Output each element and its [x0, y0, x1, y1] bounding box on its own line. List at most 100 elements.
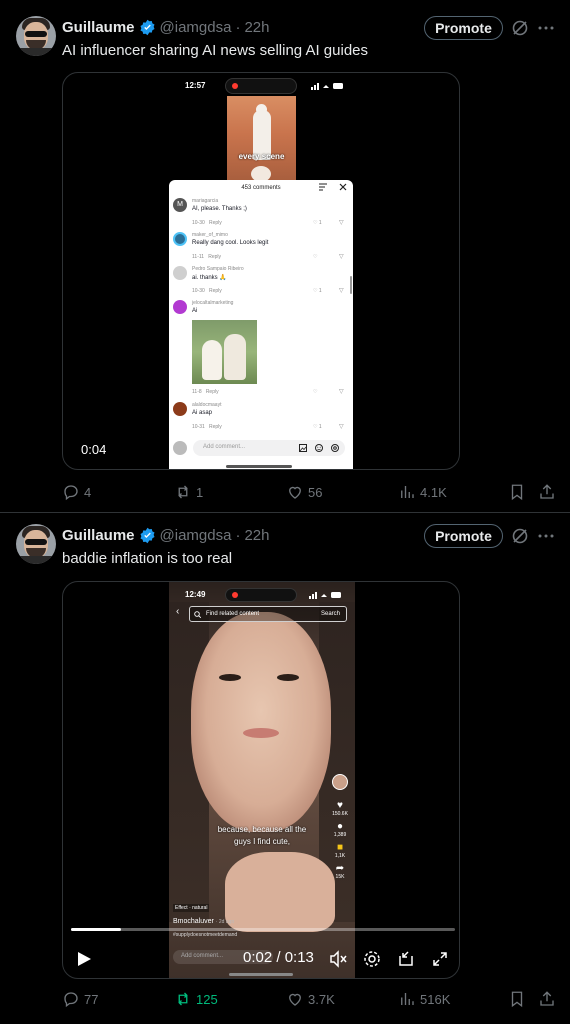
- comment-item[interactable]: alaldocmaayt Ai asap 10-31 Reply ♡ 1 ▽: [173, 402, 347, 434]
- comment-avatar: [173, 266, 187, 280]
- author-handle[interactable]: @iamgdsa: [160, 527, 232, 544]
- grok-icon[interactable]: [511, 527, 529, 545]
- comment-bubble-icon[interactable]: ●: [329, 821, 351, 832]
- video-progress-fill: [71, 928, 121, 931]
- comment-user: alaldocmaayt: [192, 402, 222, 408]
- comment-item[interactable]: M mariagarcia AI, please. Thanks ;) 10-3…: [173, 198, 347, 230]
- share-icon: [540, 991, 554, 1006]
- comment-dislike-icon[interactable]: ▽: [339, 287, 344, 294]
- video-like-count: 150.6K: [332, 811, 348, 817]
- video-player[interactable]: 12:49 ‹ Find related content Search beca…: [62, 581, 460, 979]
- like-button[interactable]: 3.7K: [286, 990, 335, 1008]
- video-player[interactable]: 12:57 every scene 453 comments M mariaga…: [62, 72, 460, 470]
- comment-like-icon[interactable]: ♡: [313, 389, 317, 395]
- more-icon[interactable]: [537, 527, 555, 545]
- separator: ·: [235, 526, 241, 544]
- scrollbar[interactable]: [350, 276, 352, 294]
- comment-dislike-icon[interactable]: ▽: [339, 423, 344, 430]
- effect-label[interactable]: Effect · natural: [173, 904, 210, 912]
- comment-like-icon[interactable]: ♡ 1: [313, 288, 322, 294]
- tweet-header: Guillaume @iamgdsa · 22h: [62, 525, 270, 545]
- close-icon[interactable]: [339, 183, 347, 191]
- tweet[interactable]: Guillaume @iamgdsa · 22h Promote AI infl…: [0, 0, 570, 513]
- verified-badge-icon: [139, 527, 156, 544]
- search-bar[interactable]: Find related content Search: [189, 606, 347, 622]
- comment-like-icon[interactable]: ♡ 1: [313, 424, 322, 430]
- bookmark-button[interactable]: [508, 483, 526, 501]
- author-name[interactable]: Guillaume: [62, 527, 135, 544]
- back-icon[interactable]: ‹: [176, 606, 179, 617]
- comment-item[interactable]: Pedro Sampaio Ribeiro ai. thanks 🙏 10-30…: [173, 266, 347, 298]
- creator-username[interactable]: Bmochaluver · 2d ago: [173, 918, 234, 925]
- comment-item[interactable]: maker_of_mimo Really dang cool. Looks le…: [173, 232, 347, 264]
- views-button[interactable]: 4.1K: [398, 483, 447, 501]
- comment-avatar: M: [173, 198, 187, 212]
- comment-dislike-icon[interactable]: ▽: [339, 253, 344, 260]
- mention-icon[interactable]: [331, 444, 339, 452]
- promote-button[interactable]: Promote: [424, 524, 503, 548]
- video-comment-count: 1,389: [333, 832, 347, 838]
- like-heart-icon[interactable]: ♥: [329, 800, 351, 811]
- post-time[interactable]: 22h: [244, 19, 269, 36]
- comment-meta: 10-30 Reply: [192, 288, 222, 294]
- comment-meta: 10-30 Reply: [192, 220, 222, 226]
- video-progress-bar[interactable]: [71, 928, 455, 931]
- grok-icon[interactable]: [511, 19, 529, 37]
- like-button[interactable]: 56: [286, 483, 322, 501]
- video-controls: 0:02 / 0:13: [63, 944, 459, 974]
- comment-dislike-icon[interactable]: ▽: [339, 219, 344, 226]
- person-face: [191, 612, 331, 832]
- comment-like-icon[interactable]: ♡: [313, 254, 317, 260]
- filter-icon[interactable]: [319, 183, 327, 191]
- home-indicator: [226, 465, 292, 468]
- avatar[interactable]: [16, 524, 56, 564]
- repost-count: 1: [196, 484, 204, 500]
- reply-button[interactable]: 4: [62, 483, 91, 501]
- play-icon[interactable]: [75, 950, 93, 968]
- post-time[interactable]: 22h: [244, 527, 269, 544]
- comment-dislike-icon[interactable]: ▽: [339, 388, 344, 395]
- search-icon: [194, 611, 201, 618]
- view-count: 4.1K: [420, 484, 447, 500]
- tweet[interactable]: Guillaume @iamgdsa · 22h Promote baddie …: [0, 513, 570, 1024]
- video-subtitle: because, because all the guys I find cut…: [217, 825, 307, 846]
- author-name[interactable]: Guillaume: [62, 19, 135, 36]
- dynamic-island: [225, 588, 297, 602]
- emoji-icon[interactable]: [315, 444, 323, 452]
- phone-time: 12:57: [185, 81, 206, 90]
- mute-icon[interactable]: [329, 950, 347, 968]
- search-button[interactable]: Search: [321, 611, 340, 617]
- avatar[interactable]: [16, 16, 56, 56]
- views-button[interactable]: 516K: [398, 990, 450, 1008]
- creator-avatar[interactable]: [332, 774, 348, 790]
- share-arrow-icon[interactable]: ➦: [329, 863, 351, 874]
- heart-icon: [289, 993, 301, 1006]
- promote-button[interactable]: Promote: [424, 16, 503, 40]
- repost-button[interactable]: 1: [174, 483, 203, 501]
- fullscreen-icon[interactable]: [431, 950, 449, 968]
- view-count: 516K: [420, 991, 451, 1007]
- reply-button[interactable]: 77: [62, 990, 98, 1008]
- more-icon[interactable]: [537, 19, 555, 37]
- hashtags[interactable]: #supplydoesnotmeetdemand: [173, 932, 237, 938]
- repost-button[interactable]: 125: [174, 990, 218, 1008]
- repost-icon: [178, 485, 188, 499]
- settings-gear-icon[interactable]: [363, 950, 381, 968]
- share-button[interactable]: [538, 483, 556, 501]
- image-icon[interactable]: [299, 444, 307, 452]
- comment-avatar: [173, 402, 187, 416]
- comment-image[interactable]: [192, 320, 257, 384]
- comment-text: ai. thanks 🙏: [192, 275, 227, 281]
- heart-icon: [289, 486, 301, 499]
- dynamic-island: [225, 78, 297, 94]
- comment-like-icon[interactable]: ♡ 1: [313, 220, 322, 226]
- comment-meta: 10-31 Reply: [192, 424, 222, 430]
- picture-in-picture-icon[interactable]: [397, 950, 415, 968]
- comment-user: jelocaltalmarketing: [192, 300, 234, 306]
- author-handle[interactable]: @iamgdsa: [160, 19, 232, 36]
- share-button[interactable]: [538, 990, 556, 1008]
- bookmark-button[interactable]: [508, 990, 526, 1008]
- comment-user: maker_of_mimo: [192, 232, 228, 238]
- save-icon[interactable]: ■: [329, 842, 351, 853]
- comment-item[interactable]: jelocaltalmarketing Ai 11-8 Reply ♡ ▽: [173, 300, 347, 400]
